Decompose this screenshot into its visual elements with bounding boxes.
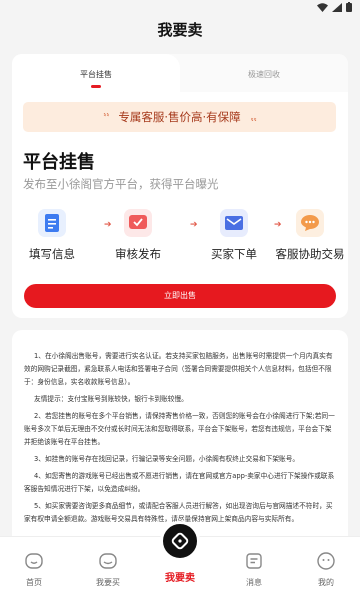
status-bar	[0, 0, 360, 16]
sale-subtitle: 发布至小徐阁官方平台，获得平台曝光	[23, 177, 219, 191]
bottom-tabbar: 首页 我要买 我要卖 消息 我的	[0, 521, 360, 600]
banner-deco-left: 〝〝	[98, 112, 109, 122]
sale-card: 平台挂售 极速回收 〝〝 专属客服·售价高·有保障 〟〟 平台挂售 发布至小徐阁…	[12, 54, 348, 318]
note-4: 4、如您寄售的游戏账号已经出售或不愿进行销售，请在官网或官方app-卖家中心进行…	[24, 472, 335, 493]
tabbar-label: 我的	[318, 578, 334, 587]
sell-now-button[interactable]: 立即出售	[24, 284, 336, 308]
step-review: 审核发布	[98, 209, 178, 262]
notes-card: 1、在小徐阁出售账号，需要进行实名认证。若支持买家包赔服务，出售账号时需提供一个…	[12, 330, 348, 545]
promo-banner: 〝〝 专属客服·售价高·有保障 〟〟	[23, 102, 336, 132]
tabbar-item-profile[interactable]: 我的	[296, 551, 356, 588]
signal-icon	[332, 2, 342, 12]
sale-title: 平台挂售	[23, 152, 95, 173]
battery-icon	[346, 2, 352, 12]
tabbar-item-home[interactable]: 首页	[4, 551, 64, 588]
home-icon	[25, 553, 43, 569]
message-icon	[246, 553, 262, 569]
tabbar-label: 我要买	[96, 578, 120, 587]
tabbar-label: 首页	[26, 578, 42, 587]
mail-icon	[220, 209, 248, 237]
tab-quick-recycle[interactable]: 极速回收	[180, 54, 348, 92]
page-title: 我要卖	[157, 21, 203, 39]
profile-icon	[317, 552, 335, 570]
step-fill-info: 填写信息	[12, 209, 92, 262]
tabbar-item-message[interactable]: 消息	[224, 551, 284, 588]
status-icons	[317, 2, 352, 12]
sale-steps: 填写信息 ➔ 审核发布 ➔ 买家下单 ➔ 客服协助交易	[12, 209, 348, 279]
note-3: 3、如挂售的账号存在找回记录，行骗记录等安全问题，小徐阁有权终止交易和下架账号。	[34, 455, 300, 463]
tabbar-item-buy[interactable]: 我要买	[78, 551, 138, 588]
step-label: 买家下单	[211, 247, 257, 261]
note-tip: 友情提示：支付宝账号到账较快，银行卡到账较慢。	[34, 395, 188, 403]
note-2: 2、若您挂售的账号在多个平台销售，请保持寄售价格一致，否则您的账号会在小徐阁进行…	[24, 412, 335, 446]
step-label: 审核发布	[115, 247, 161, 261]
buy-icon	[99, 553, 117, 569]
tab-platform-sale[interactable]: 平台挂售	[12, 54, 180, 92]
step-label: 客服协助交易	[275, 247, 345, 261]
sell-icon	[171, 532, 189, 550]
step-customer-service: 客服协助交易	[270, 209, 348, 262]
document-icon	[38, 209, 66, 237]
banner-deco-right: 〟〟	[250, 112, 262, 122]
tabbar-label: 消息	[246, 578, 262, 587]
tabbar-label-sell: 我要卖	[165, 573, 195, 584]
chat-icon	[296, 209, 324, 237]
note-1: 1、在小徐阁出售账号，需要进行实名认证。若支持买家包赔服务，出售账号时需提供一个…	[24, 352, 333, 386]
sale-tabs: 平台挂售 极速回收	[12, 54, 348, 92]
banner-text: 专属客服·售价高·有保障	[118, 110, 241, 124]
tabbar-item-sell[interactable]	[160, 521, 200, 561]
wifi-icon	[317, 2, 328, 12]
review-icon	[124, 209, 152, 237]
step-buyer-order: 买家下单	[194, 209, 274, 262]
step-label: 填写信息	[29, 247, 75, 261]
